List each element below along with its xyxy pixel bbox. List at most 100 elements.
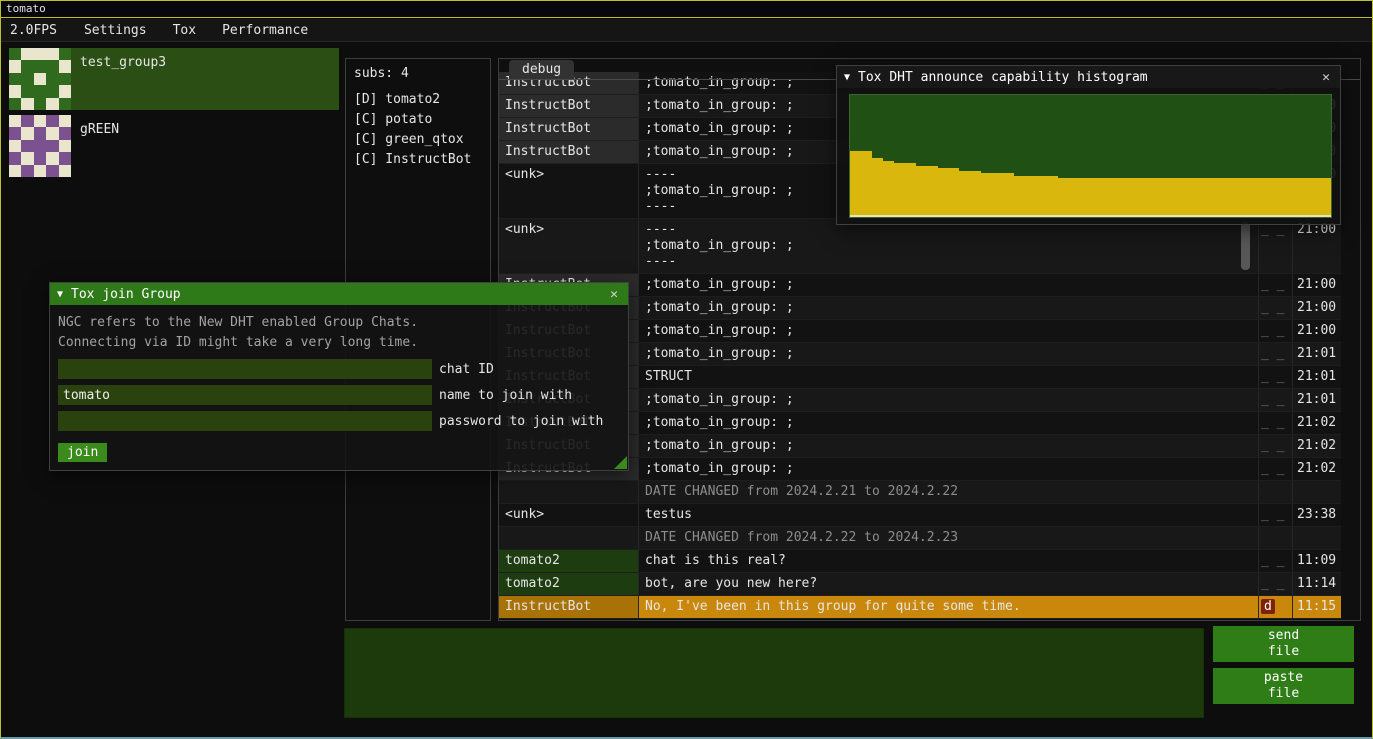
message-text: ---- ;tomato_in_group: ; ----: [639, 219, 1258, 273]
avatar-pixel: [9, 73, 21, 85]
member-list: [D] tomato2[C] potato[C] green_qtox[C] I…: [346, 90, 490, 170]
histogram-bar: [905, 163, 916, 217]
message-row[interactable]: InstructBotNo, I've been in this group f…: [499, 596, 1341, 619]
send-file-button[interactable]: send file: [1213, 626, 1354, 662]
join-input-password-to-join-with[interactable]: [58, 411, 432, 431]
menu-item-settings[interactable]: Settings: [71, 23, 160, 38]
message-flags: _ _: [1258, 458, 1292, 480]
avatar-pixel: [21, 73, 33, 85]
join-fields: chat IDname to join withpassword to join…: [58, 359, 620, 431]
histogram-bar: [1025, 176, 1036, 217]
message-flags: _ _: [1258, 573, 1292, 595]
member-item[interactable]: [C] InstructBot: [346, 150, 490, 170]
group-item[interactable]: test_group3: [9, 48, 339, 110]
message-row[interactable]: tomato2chat is this real?_ _11:09: [499, 550, 1341, 573]
avatar-pixel: [34, 127, 46, 139]
member-item[interactable]: [C] green_qtox: [346, 130, 490, 150]
join-input-chat-ID[interactable]: [58, 359, 432, 379]
message-text: ;tomato_in_group: ;: [639, 412, 1258, 434]
avatar-pixel: [34, 140, 46, 152]
histogram-bar: [1244, 178, 1255, 217]
date-row-time: [1292, 481, 1341, 503]
menu-item-tox[interactable]: Tox: [160, 23, 209, 38]
avatar-pixel: [21, 127, 33, 139]
histogram-bar: [1080, 178, 1091, 217]
menu-item-performance[interactable]: Performance: [209, 23, 321, 38]
histogram-bar: [1200, 178, 1211, 217]
avatar-pixel: [21, 152, 33, 164]
avatar-pixel: [9, 98, 21, 110]
avatar-pixel: [21, 165, 33, 177]
resize-grip[interactable]: [614, 456, 627, 469]
histogram-bar: [1288, 178, 1299, 217]
histogram-bar: [872, 158, 883, 217]
avatar-pixel: [46, 140, 58, 152]
group-item[interactable]: gREEN: [9, 115, 339, 177]
message-text: ;tomato_in_group: ;: [639, 458, 1258, 480]
message-time: 21:02: [1292, 435, 1341, 457]
message-sender: InstructBot: [499, 95, 639, 117]
paste-file-button[interactable]: paste file: [1213, 668, 1354, 704]
join-field-label: name to join with: [439, 388, 572, 403]
message-text: ;tomato_in_group: ;: [639, 435, 1258, 457]
avatar-pixel: [59, 85, 71, 97]
histogram-bar: [1003, 173, 1014, 217]
message-scrollbar[interactable]: [1241, 222, 1250, 270]
date-row-flags: [1258, 527, 1292, 549]
avatar-pixel: [59, 73, 71, 85]
join-input-name-to-join-with[interactable]: [58, 385, 432, 405]
histogram-bar: [927, 166, 938, 217]
tab-debug[interactable]: debug: [509, 60, 574, 80]
message-sender: InstructBot: [499, 118, 639, 140]
message-flags: d: [1258, 596, 1292, 618]
avatar-pixel: [34, 152, 46, 164]
flag-badge: d: [1261, 599, 1275, 614]
avatar-pixel: [9, 85, 21, 97]
histogram-bar: [850, 151, 861, 217]
histogram-bar: [1134, 178, 1145, 217]
avatar-pixel: [34, 73, 46, 85]
member-item[interactable]: [D] tomato2: [346, 90, 490, 110]
message-sender: InstructBot: [499, 141, 639, 163]
histogram-bar: [1014, 176, 1025, 217]
message-row[interactable]: <unk>---- ;tomato_in_group: ; ----_ _21:…: [499, 219, 1341, 274]
collapse-icon[interactable]: ▼: [57, 289, 63, 300]
histogram-window-titlebar[interactable]: ▼ Tox DHT announce capability histogram …: [837, 66, 1340, 88]
message-flags: _ _: [1258, 219, 1292, 273]
histogram-bar: [1309, 178, 1320, 217]
histogram-bar: [861, 151, 872, 217]
collapse-icon[interactable]: ▼: [844, 72, 850, 83]
message-time: 21:00: [1292, 274, 1341, 296]
histogram-window: ▼ Tox DHT announce capability histogram …: [836, 65, 1341, 225]
histogram-bar: [894, 163, 905, 217]
join-button[interactable]: join: [58, 443, 107, 462]
group-avatar: [9, 48, 71, 110]
message-flags: _ _: [1258, 274, 1292, 296]
message-row[interactable]: <unk>testus_ _23:38: [499, 504, 1341, 527]
join-field-label: password to join with: [439, 414, 603, 429]
message-time: 21:02: [1292, 458, 1341, 480]
close-icon[interactable]: ✕: [1319, 70, 1333, 85]
message-text: bot, are you new here?: [639, 573, 1258, 595]
avatar-pixel: [9, 48, 21, 60]
histogram-bars: [850, 95, 1331, 217]
message-text: testus: [639, 504, 1258, 526]
histogram-bar: [959, 171, 970, 217]
avatar-pixel: [46, 165, 58, 177]
histogram-bar: [916, 166, 927, 217]
join-window-titlebar[interactable]: ▼ Tox join Group ✕: [50, 283, 628, 305]
member-item[interactable]: [C] potato: [346, 110, 490, 130]
avatar-pixel: [46, 152, 58, 164]
avatar-pixel: [21, 98, 33, 110]
menu-items: SettingsToxPerformance: [71, 23, 321, 38]
avatar-pixel: [34, 60, 46, 72]
composer-input[interactable]: [344, 628, 1204, 718]
join-window-title: Tox join Group: [71, 287, 607, 302]
close-icon[interactable]: ✕: [607, 287, 621, 302]
group-avatar: [9, 115, 71, 177]
subs-header: subs: 4: [346, 59, 490, 90]
histogram-bar: [1036, 176, 1047, 217]
avatar-pixel: [59, 115, 71, 127]
histogram-bar: [1298, 178, 1309, 217]
message-row[interactable]: tomato2bot, are you new here?_ _11:14: [499, 573, 1341, 596]
